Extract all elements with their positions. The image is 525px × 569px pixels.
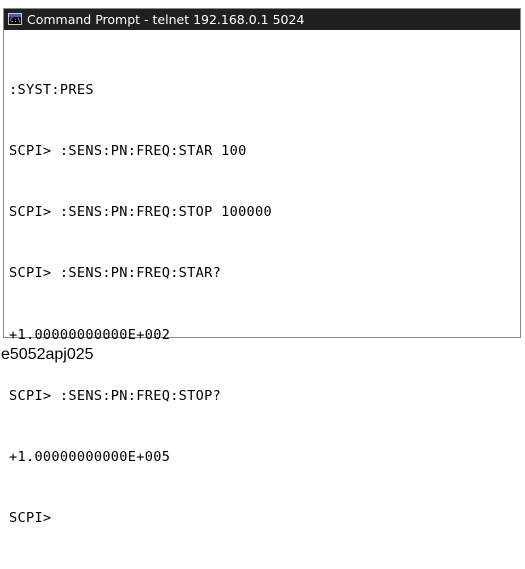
console-line: SCPI> :SENS:PN:FREQ:STOP?: [9, 387, 222, 404]
console-output[interactable]: :SYST:PRES SCPI> :SENS:PN:FREQ:STAR 100 …: [4, 31, 520, 526]
window-title: Command Prompt - telnet 192.168.0.1 5024: [27, 12, 305, 27]
console-line: :SYST:PRES: [9, 81, 94, 98]
figure-caption: e5052apj025: [1, 346, 94, 363]
console-line: +1.00000000000E+005: [9, 449, 171, 466]
console-line: SCPI> :SENS:PN:FREQ:STOP 100000: [9, 204, 273, 221]
command-prompt-window: C:\ Command Prompt - telnet 192.168.0.1 …: [3, 8, 521, 526]
cmd-console-icon[interactable]: C:\: [8, 13, 22, 25]
window-titlebar[interactable]: C:\ Command Prompt - telnet 192.168.0.1 …: [4, 9, 520, 30]
console-prompt-line[interactable]: SCPI>: [9, 508, 520, 528]
cmd-icon-glyph: C:\: [10, 17, 21, 24]
console-line: SCPI> :SENS:PN:FREQ:STAR 100: [9, 143, 247, 160]
console-line: +1.00000000000E+002: [9, 326, 171, 343]
console-line: SCPI> :SENS:PN:FREQ:STAR?: [9, 265, 222, 282]
